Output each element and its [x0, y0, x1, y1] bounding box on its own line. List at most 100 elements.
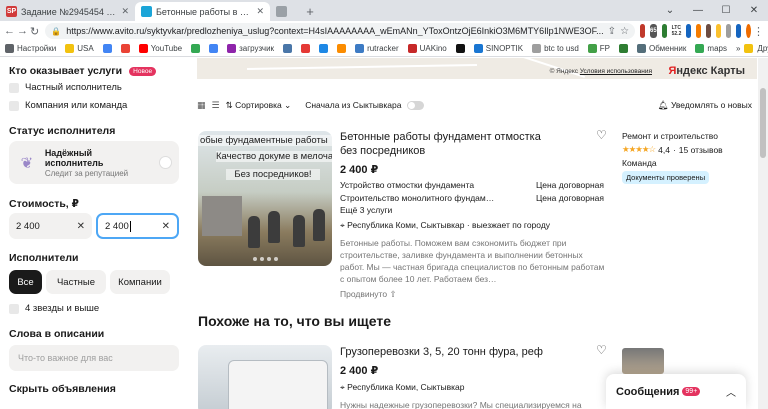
clear-icon[interactable]: ✕	[162, 221, 170, 232]
seg-all-button[interactable]: Все	[9, 270, 42, 294]
favorite-heart-icon[interactable]: ♡	[596, 343, 607, 357]
bookmark-exchanger[interactable]: Обменник	[637, 44, 686, 53]
listing-title-link[interactable]: Бетонные работы фундамент отмостка без п…	[340, 131, 560, 159]
bookmark-gmail[interactable]	[120, 44, 130, 53]
bookmark-vk[interactable]	[283, 44, 293, 53]
listing-title-link[interactable]: Грузоперевозки 3, 5, 20 тонн фура, реф	[340, 346, 560, 360]
bookmark-btc[interactable]: btc to usd	[532, 44, 579, 53]
price-from-input[interactable]: 2 400 ✕	[9, 213, 92, 239]
forward-icon[interactable]: →	[17, 23, 28, 39]
bookmark-label: Другие закладки	[757, 44, 768, 53]
reliable-toggle[interactable]	[160, 157, 171, 168]
bookmark-ext[interactable]	[619, 44, 629, 53]
puzzle-icon[interactable]	[726, 24, 732, 38]
chevron-up-icon[interactable]: ︿	[726, 384, 736, 399]
rating-value: 4,4	[658, 144, 670, 155]
company-checkbox-row[interactable]: Компания или команда	[9, 100, 127, 111]
bookmark-usa[interactable]: USA	[65, 44, 94, 53]
bookmark-label: FP	[599, 44, 611, 53]
bookmark-star-icon[interactable]: ☆	[620, 26, 629, 37]
bookmark-rutracker[interactable]: rutracker	[355, 44, 399, 53]
tab-strip: SP Задание №2945454 - просмотр з ✕ Бетон…	[0, 0, 768, 21]
service-row: Строительство монолитного фундам… Цена до…	[340, 193, 604, 203]
verified-badge: Документы проверены	[622, 171, 710, 184]
ltc-price-icon[interactable]: LTC 52.2	[671, 24, 681, 38]
extension-icon[interactable]	[640, 24, 645, 38]
listing-image[interactable]: обые фундаментные работы Качество докуме…	[198, 131, 332, 266]
bookmark-uakino[interactable]: UAKino	[407, 44, 447, 53]
bookmark-other[interactable]: » Другие закладки	[736, 44, 768, 53]
close-icon[interactable]: ✕	[121, 6, 129, 17]
bookmark-youtube[interactable]: YouTube	[138, 44, 182, 53]
reviews-count[interactable]: 15 отзывов	[679, 145, 723, 155]
url-text: https://www.avito.ru/syktyvkar/predlozhe…	[66, 26, 604, 36]
extension-icon[interactable]	[686, 24, 692, 38]
bookmark-sinoptik[interactable]: SINOPTIK	[473, 44, 523, 53]
more-chevron-icon: »	[735, 44, 741, 53]
extension-badge-icon[interactable]: 65	[649, 24, 657, 38]
bookmark-ext[interactable]	[319, 44, 329, 53]
private-checkbox[interactable]	[9, 82, 19, 93]
bookmark-settings[interactable]: Настройки	[5, 44, 56, 53]
tab-blank[interactable]	[270, 2, 300, 21]
company-checkbox[interactable]	[9, 100, 19, 111]
extension-icon[interactable]	[716, 24, 722, 38]
price-to-input[interactable]: 2 400 ✕	[96, 213, 179, 239]
reliable-performer-filter[interactable]: ❦ Надёжный исполнитель Следит за репутац…	[9, 141, 179, 184]
seller-category[interactable]: Ремонт и строительство	[622, 131, 752, 141]
lock-icon[interactable]: 🔒	[51, 27, 61, 36]
bookmark-ext[interactable]	[455, 44, 465, 53]
close-icon[interactable]: ✕	[256, 6, 264, 17]
messages-panel[interactable]: Сообщения 99+ ︿	[606, 374, 746, 409]
grid-view-icon[interactable]: ▦	[197, 100, 206, 111]
bookmark-google[interactable]	[102, 44, 112, 53]
bookmark-fp[interactable]: FP	[587, 44, 611, 53]
page-scrollbar[interactable]	[758, 58, 768, 409]
rating-stars-icon: ★★★★☆	[622, 144, 656, 154]
rating-checkbox[interactable]	[9, 303, 19, 314]
new-tab-button[interactable]: +	[300, 2, 320, 21]
clear-icon[interactable]: ✕	[77, 221, 85, 232]
maximize-icon[interactable]: ☐	[712, 5, 740, 16]
extension-icon[interactable]	[661, 24, 667, 38]
listing-image[interactable]	[198, 345, 332, 409]
bookmark-google-maps[interactable]	[191, 44, 201, 53]
private-checkbox-row[interactable]: Частный исполнитель	[9, 82, 122, 93]
seg-private-button[interactable]: Частные	[46, 270, 106, 294]
chevron-down-icon: ⌄	[281, 99, 292, 110]
near-first-toggle[interactable]	[407, 100, 425, 110]
services-list: Устройство отмостки фундамента Цена догов…	[340, 180, 604, 215]
sort-dropdown[interactable]: ⇅ Сортировка ⌄	[226, 100, 292, 111]
bookmark-ext[interactable]	[337, 44, 347, 53]
map-terms-link[interactable]: Условия использования	[580, 68, 652, 75]
share-icon[interactable]: ⇪	[608, 26, 616, 37]
menu-icon[interactable]: ⋮	[753, 23, 764, 39]
back-icon[interactable]: ←	[4, 23, 15, 39]
extension-icon[interactable]	[706, 24, 712, 38]
profile-avatar-icon[interactable]	[746, 24, 752, 38]
notify-button[interactable]: 🔔︎ Уведомлять о новых	[658, 100, 752, 111]
address-bar[interactable]: 🔒 https://www.avito.ru/syktyvkar/predloz…	[45, 23, 636, 39]
close-window-icon[interactable]: ✕	[740, 5, 768, 16]
seg-companies-button[interactable]: Компании	[110, 270, 170, 294]
rating-checkbox-row[interactable]: 4 звезды и выше	[9, 303, 99, 314]
tab-task[interactable]: SP Задание №2945454 - просмотр з ✕	[0, 2, 135, 21]
scrollbar-thumb[interactable]	[760, 88, 766, 158]
more-services-link[interactable]: Ещё 3 услуги	[340, 205, 604, 215]
bookmark-ext[interactable]	[301, 44, 311, 53]
minimize-icon[interactable]: —	[684, 5, 712, 16]
bookmark-translate[interactable]	[209, 44, 219, 53]
map-preview[interactable]: © Яндекс Условия использования Яндекс Ка…	[197, 58, 757, 79]
bookmark-downloader[interactable]: загрузчик	[227, 44, 274, 53]
favorite-heart-icon[interactable]: ♡	[596, 128, 607, 142]
globe-icon	[532, 44, 542, 53]
seller-thumbnail[interactable]	[622, 348, 664, 374]
bookmark-maps[interactable]: maps	[695, 44, 727, 53]
extension-icon[interactable]	[696, 24, 702, 38]
extension-icon[interactable]	[736, 24, 742, 38]
tab-avito[interactable]: Бетонные работы в Сыктывкаре ✕	[135, 2, 270, 21]
reload-icon[interactable]: ↻	[30, 23, 39, 39]
chevron-down-icon[interactable]: ⌄	[656, 5, 684, 16]
list-view-icon[interactable]: ☰	[212, 100, 220, 111]
description-words-input[interactable]: Что-то важное для вас	[9, 345, 179, 371]
